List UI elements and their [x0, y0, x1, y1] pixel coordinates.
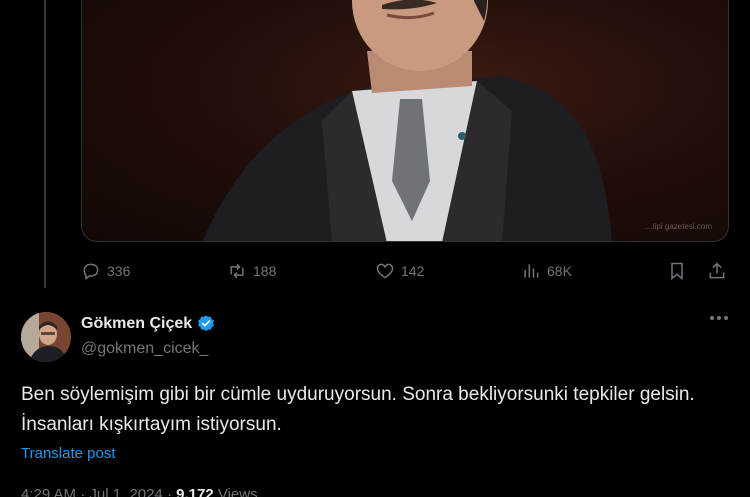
tweet-meta: 4:29 AM · Jul 1, 2024 · 9,172 Views [21, 486, 258, 497]
tweet-media-image[interactable]: …lipi gazetesi.com [81, 0, 729, 242]
photo-man-in-suit [202, 0, 612, 241]
views-count: 68K [547, 263, 572, 279]
avatar-photo [21, 312, 71, 362]
bookmark-button[interactable] [667, 258, 687, 284]
like-button[interactable]: 142 [375, 258, 424, 284]
tweet-action-bar: 336 188 142 68K [81, 258, 731, 284]
tweet-date[interactable]: Jul 1, 2024 [89, 486, 162, 497]
author-name-row: Gökmen Çiçek [81, 314, 216, 334]
share-button[interactable] [707, 258, 727, 284]
tweet-text: Ben söylemişim gibi bir cümle uyduruyors… [21, 384, 695, 435]
verified-icon [196, 314, 216, 334]
reply-icon [83, 263, 99, 280]
reply-count: 336 [107, 263, 131, 279]
tweet-views-label: Views [217, 486, 258, 497]
retweet-icon [230, 263, 244, 279]
more-icon[interactable] [710, 316, 728, 320]
translate-post-link[interactable]: Translate post [21, 445, 116, 462]
views-icon [524, 264, 539, 278]
avatar[interactable] [21, 312, 71, 362]
tweet-views-count: 9,172 [176, 486, 214, 497]
author-name[interactable]: Gökmen Çiçek [81, 315, 192, 333]
bookmark-icon [671, 262, 683, 281]
views-button[interactable]: 68K [521, 258, 572, 284]
retweet-button[interactable]: 188 [227, 258, 276, 284]
meta-separator: · [166, 486, 177, 497]
like-count: 142 [401, 263, 425, 279]
meta-separator: · [80, 486, 90, 497]
tweet-time[interactable]: 4:29 AM [21, 486, 76, 497]
reply-button[interactable]: 336 [81, 258, 130, 284]
like-icon [376, 263, 394, 279]
media-caption: …lipi gazetesi.com [644, 222, 712, 231]
thread-connector-line [44, 0, 46, 288]
retweet-count: 188 [253, 263, 277, 279]
author-handle[interactable]: @gokmen_cicek_ [81, 340, 208, 358]
share-icon [709, 262, 725, 279]
